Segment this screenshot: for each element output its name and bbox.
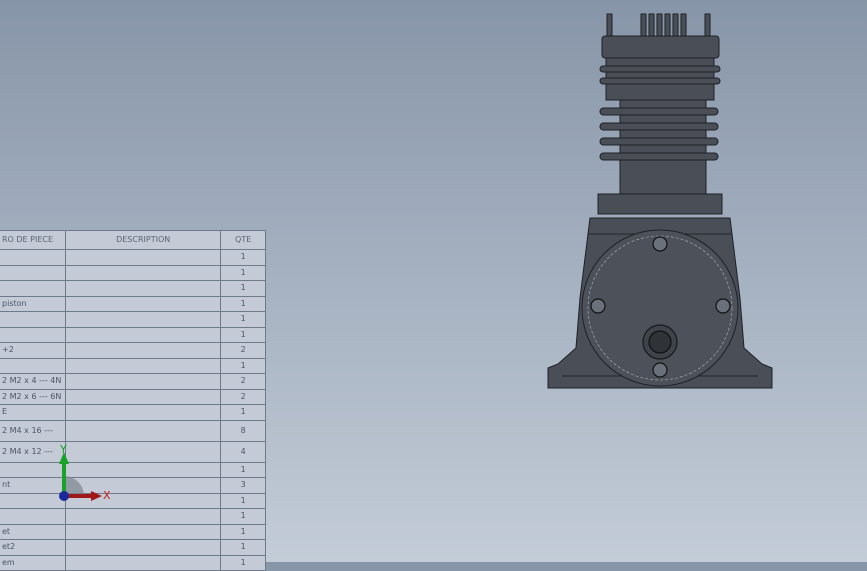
bom-row: 2 M2 x 4 --- 4N 2	[0, 373, 266, 390]
bom-description-cell	[64, 373, 222, 390]
bom-row: et2 1	[0, 539, 266, 556]
y-axis-label: Y	[59, 443, 67, 456]
table-header-row: RO DE PIECE DESCRIPTION QTE	[0, 230, 266, 250]
cover-bolt-icon[interactable]	[652, 236, 668, 252]
header-quantity: QTE	[220, 230, 266, 250]
bom-qty-cell: 1	[220, 311, 266, 328]
bom-row: nt 3	[0, 477, 266, 494]
bom-description-cell	[64, 554, 222, 571]
cooling-fin	[599, 137, 719, 146]
bom-qty-cell: 4	[220, 440, 266, 463]
bom-item-cell	[0, 508, 66, 525]
bom-row: +2 2	[0, 342, 266, 359]
bom-description-cell	[64, 295, 222, 312]
bom-qty-cell: 1	[220, 326, 266, 343]
bom-qty-cell: 1	[220, 295, 266, 312]
bom-item-cell: E	[0, 404, 66, 421]
bom-description-cell	[64, 280, 222, 297]
x-arrowhead-icon	[91, 491, 102, 501]
bom-row: 1	[0, 249, 266, 266]
compressor-model[interactable]	[540, 8, 780, 393]
header-description: DESCRIPTION	[64, 230, 222, 250]
reference-triad: Y X	[59, 443, 111, 502]
graphics-viewport[interactable]: RO DE PIECE DESCRIPTION QTE 1 1 1 piston 1 1 1…	[0, 0, 867, 571]
bom-description-cell	[64, 357, 222, 374]
bom-description-cell	[64, 404, 222, 421]
cooling-fin	[599, 122, 719, 131]
bom-description-cell	[64, 419, 222, 442]
cooling-fin	[599, 152, 719, 161]
cylinder-flange	[597, 193, 723, 215]
bom-qty-cell: 1	[220, 461, 266, 478]
cylinder-head	[601, 35, 720, 59]
bom-item-cell: 2 M4 x 16 ---	[0, 419, 66, 442]
bom-item-cell: +2	[0, 342, 66, 359]
bom-qty-cell: 1	[220, 554, 266, 571]
bom-qty-cell: 1	[220, 404, 266, 421]
bom-item-cell: et2	[0, 539, 66, 556]
bom-qty-cell: 1	[220, 357, 266, 374]
head-plate	[599, 77, 721, 85]
bom-row: 1	[0, 264, 266, 281]
bom-qty-cell: 2	[220, 373, 266, 390]
bom-item-cell	[0, 357, 66, 374]
bom-description-cell	[64, 264, 222, 281]
bom-item-cell	[0, 326, 66, 343]
bom-qty-cell: 1	[220, 539, 266, 556]
bom-row: 1	[0, 311, 266, 328]
cover-bolt-icon[interactable]	[590, 298, 606, 314]
bom-item-cell	[0, 311, 66, 328]
bom-item-cell: piston	[0, 295, 66, 312]
bom-description-cell	[64, 508, 222, 525]
bom-description-cell	[64, 388, 222, 405]
bom-row: et 1	[0, 523, 266, 540]
bom-qty-cell: 1	[220, 249, 266, 266]
bom-row: 1	[0, 326, 266, 343]
bom-item-cell: em	[0, 554, 66, 571]
bom-description-cell	[64, 249, 222, 266]
z-axis-dot-icon	[59, 491, 69, 501]
crankshaft-end	[648, 330, 672, 354]
cover-bolt-icon[interactable]	[715, 298, 731, 314]
bom-qty-cell: 1	[220, 492, 266, 509]
bom-description-cell	[64, 523, 222, 540]
bom-qty-cell: 3	[220, 477, 266, 494]
head-plate	[599, 65, 721, 73]
bom-row: 2 M4 x 12 --- 4	[0, 440, 266, 463]
bom-row: 1	[0, 492, 266, 509]
bom-row: 1	[0, 357, 266, 374]
bom-description-cell	[64, 311, 222, 328]
bom-qty-cell: 8	[220, 419, 266, 442]
bom-row: em 1	[0, 554, 266, 571]
bom-row: 1	[0, 280, 266, 297]
bom-description-cell	[64, 342, 222, 359]
bom-row: 2 M2 x 6 --- 6N 2	[0, 388, 266, 405]
bom-item-cell: 2 M2 x 4 --- 4N	[0, 373, 66, 390]
bom-item-cell: 2 M2 x 6 --- 6N	[0, 388, 66, 405]
bom-row: 2 M4 x 16 --- 8	[0, 419, 266, 442]
x-axis-label: X	[103, 489, 111, 502]
bom-row: E1	[0, 404, 266, 421]
bom-row: 1	[0, 461, 266, 478]
bom-qty-cell: 1	[220, 264, 266, 281]
cooling-fin	[599, 107, 719, 116]
bom-item-cell	[0, 249, 66, 266]
bom-qty-cell: 2	[220, 342, 266, 359]
bill-of-materials-table: RO DE PIECE DESCRIPTION QTE 1 1 1 piston 1 1 1…	[0, 230, 266, 571]
bom-item-cell	[0, 264, 66, 281]
bom-qty-cell: 1	[220, 523, 266, 540]
bom-description-cell	[64, 539, 222, 556]
bom-item-cell	[0, 280, 66, 297]
bom-item-cell: et	[0, 523, 66, 540]
bom-qty-cell: 1	[220, 508, 266, 525]
bom-description-cell	[64, 326, 222, 343]
bom-qty-cell: 2	[220, 388, 266, 405]
bom-row: piston 1	[0, 295, 266, 312]
bom-row: 1	[0, 508, 266, 525]
header-item-number: RO DE PIECE	[0, 230, 66, 250]
cover-bolt-icon[interactable]	[652, 362, 668, 378]
bom-qty-cell: 1	[220, 280, 266, 297]
bom-table-body: 1 1 1 piston 1 1 1 +2 2 1 2 M2 x 4 --- 4N 2 2 M2 x 6…	[0, 249, 266, 571]
